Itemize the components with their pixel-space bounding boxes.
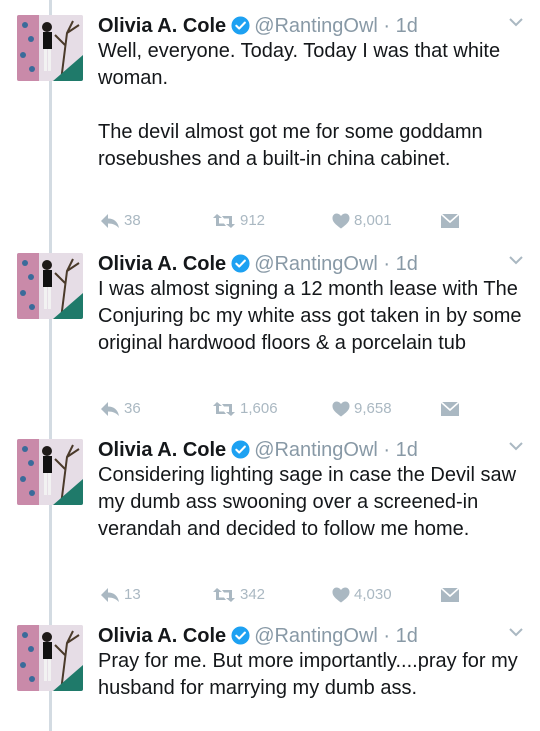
tweet-actions: 36 1,606 9,658	[100, 398, 480, 420]
chevron-down-icon[interactable]	[508, 624, 524, 642]
avatar[interactable]	[17, 15, 83, 81]
like-icon	[332, 401, 350, 417]
tweet-paragraph: I was almost signing a 12 month lease wi…	[98, 278, 522, 354]
tweet-paragraph: Well, everyone. Today. Today I was that …	[98, 40, 501, 89]
tweet-text: Pray for me. But more importantly....pra…	[98, 648, 528, 702]
reply-icon	[101, 588, 119, 602]
retweet-icon	[213, 588, 235, 602]
avatar[interactable]	[17, 625, 83, 691]
tweet-header: Olivia A. Cole @RantingOwl · 1d	[98, 250, 418, 278]
tweet-timestamp[interactable]: 1d	[396, 15, 418, 37]
direct-message-icon	[440, 401, 460, 416]
retweet-button[interactable]: 1,606	[212, 398, 278, 420]
avatar[interactable]	[17, 439, 83, 505]
direct-message-icon	[440, 587, 460, 602]
tweet-3[interactable]: Olivia A. Cole @RantingOwl · 1d Consideri…	[0, 436, 540, 611]
tweet-4[interactable]: Olivia A. Cole @RantingOwl · 1d Pray for …	[0, 622, 540, 731]
tweet-header: Olivia A. Cole @RantingOwl · 1d	[98, 12, 418, 40]
direct-message-icon	[440, 213, 460, 228]
meta-separator: ·	[377, 15, 396, 37]
retweet-button[interactable]: 342	[212, 584, 265, 606]
meta-separator: ·	[377, 625, 396, 647]
tweet-2[interactable]: Olivia A. Cole @RantingOwl · 1d I was alm…	[0, 250, 540, 425]
reply-count: 36	[124, 400, 141, 417]
tweet-1[interactable]: Olivia A. Cole @RantingOwl · 1d Well, eve…	[0, 12, 540, 240]
author-name[interactable]: Olivia A. Cole	[98, 253, 226, 275]
reply-button[interactable]: 13	[100, 584, 141, 606]
meta-separator: ·	[377, 253, 396, 275]
tweet-paragraph: The devil almost got me for some goddamn…	[98, 121, 483, 170]
like-button[interactable]: 9,658	[332, 398, 392, 420]
tweet-header: Olivia A. Cole @RantingOwl · 1d	[98, 622, 418, 650]
like-button[interactable]: 4,030	[332, 584, 392, 606]
author-handle[interactable]: @RantingOwl	[254, 15, 378, 37]
chevron-down-icon[interactable]	[508, 14, 524, 32]
tweet-actions: 13 342 4,030	[100, 584, 480, 606]
like-button[interactable]: 8,001	[332, 210, 392, 232]
reply-icon	[101, 214, 119, 228]
author-name[interactable]: Olivia A. Cole	[98, 15, 226, 37]
direct-message-button[interactable]	[440, 210, 464, 232]
chevron-down-icon[interactable]	[508, 438, 524, 456]
retweet-icon	[213, 402, 235, 416]
tweet-header: Olivia A. Cole @RantingOwl · 1d	[98, 436, 418, 464]
author-name[interactable]: Olivia A. Cole	[98, 439, 226, 461]
author-handle[interactable]: @RantingOwl	[254, 253, 378, 275]
tweet-text: Considering lighting sage in case the De…	[98, 462, 528, 543]
tweet-text: I was almost signing a 12 month lease wi…	[98, 276, 528, 357]
retweet-count: 912	[240, 212, 266, 229]
reply-count: 38	[124, 212, 141, 229]
reply-button[interactable]: 38	[100, 210, 141, 232]
direct-message-button[interactable]	[440, 584, 464, 606]
tweet-paragraph: Considering lighting sage in case the De…	[98, 464, 517, 540]
reply-button[interactable]: 36	[100, 398, 141, 420]
retweet-count: 342	[240, 586, 266, 603]
like-count: 4,030	[354, 586, 392, 603]
author-handle[interactable]: @RantingOwl	[254, 439, 378, 461]
tweet-timestamp[interactable]: 1d	[396, 253, 418, 275]
retweet-button[interactable]: 912	[212, 210, 265, 232]
tweet-text: Well, everyone. Today. Today I was that …	[98, 38, 528, 173]
tweet-timestamp[interactable]: 1d	[396, 625, 418, 647]
retweet-count: 1,606	[240, 400, 278, 417]
like-count: 8,001	[354, 212, 392, 229]
tweet-actions: 38 912 8,001	[100, 210, 480, 232]
meta-separator: ·	[377, 439, 396, 461]
retweet-icon	[213, 214, 235, 228]
tweet-timestamp[interactable]: 1d	[396, 439, 418, 461]
direct-message-button[interactable]	[440, 398, 464, 420]
reply-count: 13	[124, 586, 141, 603]
chevron-down-icon[interactable]	[508, 252, 524, 270]
like-icon	[332, 213, 350, 229]
like-icon	[332, 587, 350, 603]
avatar[interactable]	[17, 253, 83, 319]
like-count: 9,658	[354, 400, 392, 417]
tweet-paragraph: Pray for me. But more importantly....pra…	[98, 650, 518, 699]
author-name[interactable]: Olivia A. Cole	[98, 625, 226, 647]
reply-icon	[101, 402, 119, 416]
author-handle[interactable]: @RantingOwl	[254, 625, 378, 647]
